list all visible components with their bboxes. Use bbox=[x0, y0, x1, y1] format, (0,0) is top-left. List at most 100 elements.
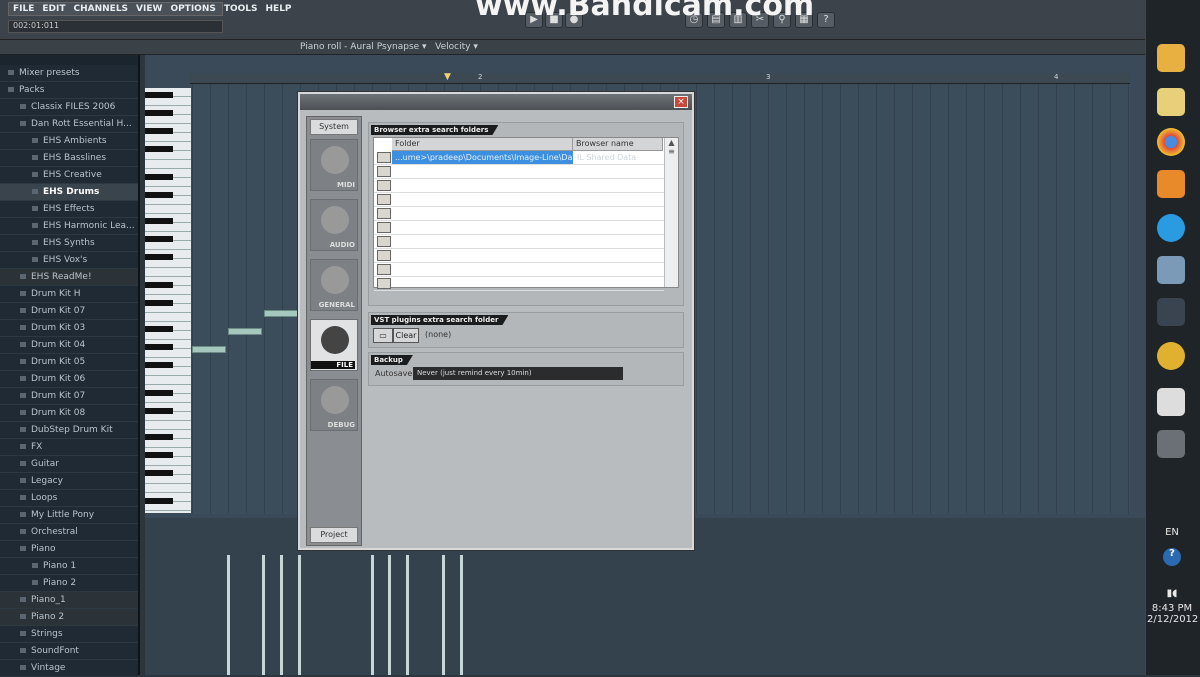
language-indicator[interactable]: EN bbox=[1147, 527, 1197, 538]
browser-item[interactable]: Guitar bbox=[0, 456, 138, 473]
folder-cell[interactable] bbox=[392, 165, 573, 178]
menu-channels[interactable]: CHANNELS bbox=[74, 4, 129, 14]
app-icon[interactable] bbox=[1157, 256, 1185, 284]
browser-item[interactable]: Drum Kit 08 bbox=[0, 405, 138, 422]
menu-file[interactable]: FILE bbox=[13, 4, 34, 14]
system-tab[interactable]: System bbox=[310, 119, 358, 135]
folder-row[interactable] bbox=[374, 235, 664, 249]
black-key[interactable] bbox=[145, 434, 173, 440]
category-file[interactable]: FILE bbox=[310, 319, 358, 371]
browser-item[interactable]: Drum Kit 04 bbox=[0, 337, 138, 354]
browser-item[interactable]: Drum Kit 05 bbox=[0, 354, 138, 371]
browser-item[interactable]: Dan Rott Essential H... bbox=[0, 116, 138, 133]
browser-name-cell[interactable] bbox=[574, 165, 662, 178]
browser-item[interactable]: Drum Kit 06 bbox=[0, 371, 138, 388]
browser-name-cell[interactable] bbox=[574, 193, 662, 206]
folder-row[interactable] bbox=[374, 179, 664, 193]
browser-item[interactable]: EHS ReadMe! bbox=[0, 269, 138, 286]
dialog-titlebar[interactable]: × bbox=[300, 94, 692, 110]
black-key[interactable] bbox=[145, 254, 173, 260]
browser-item[interactable]: Mixer presets bbox=[0, 65, 138, 82]
skype-icon[interactable] bbox=[1157, 214, 1185, 242]
velocity-bar[interactable] bbox=[262, 555, 265, 675]
menu-view[interactable]: VIEW bbox=[136, 4, 162, 14]
black-key[interactable] bbox=[145, 326, 173, 332]
folder-cell[interactable] bbox=[392, 277, 573, 290]
menu-tools[interactable]: TOOLS bbox=[224, 4, 258, 14]
black-key[interactable] bbox=[145, 470, 173, 476]
black-key[interactable] bbox=[145, 174, 173, 180]
browser-item[interactable]: EHS Harmonic Lea... bbox=[0, 218, 138, 235]
black-key[interactable] bbox=[145, 498, 173, 504]
browser-item[interactable]: Loops bbox=[0, 490, 138, 507]
folder-row[interactable] bbox=[374, 221, 664, 235]
black-key[interactable] bbox=[145, 282, 173, 288]
folder-cell[interactable] bbox=[392, 263, 573, 276]
browser-name-cell[interactable]: IL Shared Data bbox=[574, 151, 662, 164]
clock-date[interactable]: 2/12/2012 bbox=[1147, 614, 1198, 625]
browser-item[interactable]: Piano 1 bbox=[0, 558, 138, 575]
folder-cell[interactable]: ...ume>\pradeep\Documents\Image-Line\Dat… bbox=[392, 151, 573, 164]
black-key[interactable] bbox=[145, 390, 173, 396]
browse-folder-button[interactable] bbox=[377, 278, 391, 289]
timeline-ruler[interactable]: 2 3 4 ▼ bbox=[190, 72, 1130, 84]
browser-item[interactable]: SoundFont bbox=[0, 643, 138, 660]
category-general[interactable]: GENERAL bbox=[310, 259, 358, 311]
clock-time[interactable]: 8:43 PM bbox=[1147, 603, 1197, 614]
browser-item[interactable]: Orchestral bbox=[0, 524, 138, 541]
black-key[interactable] bbox=[145, 192, 173, 198]
browser-name-cell[interactable] bbox=[574, 235, 662, 248]
close-button[interactable]: × bbox=[674, 96, 688, 108]
tool-icon[interactable] bbox=[1157, 430, 1185, 458]
browse-folder-button[interactable]: ▭ bbox=[373, 328, 393, 343]
folder-row[interactable] bbox=[374, 277, 664, 291]
browser-item[interactable]: FX bbox=[0, 439, 138, 456]
bandicam-icon[interactable] bbox=[1157, 388, 1185, 416]
browser-item[interactable]: EHS Vox's bbox=[0, 252, 138, 269]
browse-folder-button[interactable] bbox=[377, 180, 391, 191]
piano-roll-target[interactable]: Velocity bbox=[435, 42, 470, 52]
piano-keys[interactable] bbox=[145, 88, 191, 513]
black-key[interactable] bbox=[145, 300, 173, 306]
velocity-bar[interactable] bbox=[406, 555, 409, 675]
menu-options[interactable]: OPTIONS bbox=[170, 4, 215, 14]
velocity-bar[interactable] bbox=[460, 555, 463, 675]
folder-icon[interactable] bbox=[1157, 88, 1185, 116]
folder-cell[interactable] bbox=[392, 249, 573, 262]
black-key[interactable] bbox=[145, 218, 173, 224]
note[interactable] bbox=[228, 328, 262, 335]
black-key[interactable] bbox=[145, 92, 173, 98]
browser-item[interactable]: Drum Kit 03 bbox=[0, 320, 138, 337]
browse-folder-button[interactable] bbox=[377, 194, 391, 205]
autosave-select[interactable]: Never (just remind every 10min) bbox=[413, 367, 623, 380]
media-player-icon[interactable] bbox=[1157, 44, 1185, 72]
browse-folder-button[interactable] bbox=[377, 208, 391, 219]
browser-name-cell[interactable] bbox=[574, 277, 662, 290]
velocity-bar[interactable] bbox=[388, 555, 391, 675]
browser-item[interactable]: Vintage bbox=[0, 660, 138, 677]
chrome-icon[interactable] bbox=[1157, 128, 1185, 156]
help-icon[interactable]: ? bbox=[1163, 548, 1181, 566]
browse-folder-button[interactable] bbox=[377, 250, 391, 261]
browser-item[interactable]: Classix FILES 2006 bbox=[0, 99, 138, 116]
browser-item[interactable]: Piano 2 bbox=[0, 609, 138, 626]
fl-studio-icon[interactable] bbox=[1157, 342, 1185, 370]
folder-row[interactable] bbox=[374, 193, 664, 207]
browse-folder-button[interactable] bbox=[377, 222, 391, 233]
browser-name-cell[interactable] bbox=[574, 263, 662, 276]
black-key[interactable] bbox=[145, 128, 173, 134]
black-key[interactable] bbox=[145, 110, 173, 116]
browse-folder-button[interactable] bbox=[377, 152, 391, 163]
folder-cell[interactable] bbox=[392, 207, 573, 220]
menu-edit[interactable]: EDIT bbox=[42, 4, 65, 14]
category-midi[interactable]: MIDI bbox=[310, 139, 358, 191]
browser-item[interactable]: Legacy bbox=[0, 473, 138, 490]
velocity-bar[interactable] bbox=[280, 555, 283, 675]
folder-cell[interactable] bbox=[392, 235, 573, 248]
browser-item[interactable]: Piano_1 bbox=[0, 592, 138, 609]
playhead-marker-icon[interactable]: ▼ bbox=[444, 72, 451, 82]
black-key[interactable] bbox=[145, 146, 173, 152]
browser-item[interactable]: DubStep Drum Kit bbox=[0, 422, 138, 439]
velocity-bar[interactable] bbox=[298, 555, 301, 675]
black-key[interactable] bbox=[145, 344, 173, 350]
